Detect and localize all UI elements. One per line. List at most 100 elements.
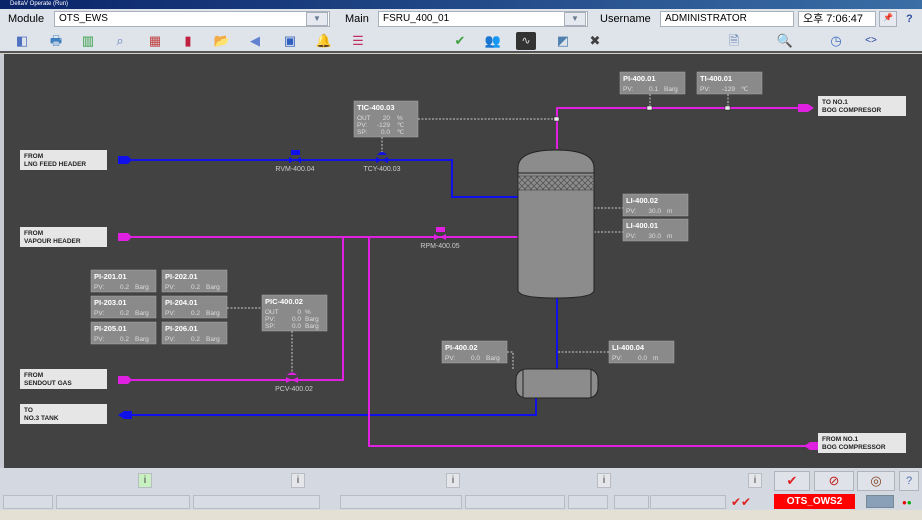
arrow-right-icon — [118, 376, 132, 384]
search-icon[interactable]: ⌕ — [110, 32, 130, 50]
indicator-text: Barg — [206, 310, 220, 317]
indicator-pi-203-01[interactable]: PI-203.01 PV: 0.2 Barg — [90, 295, 157, 319]
stream-bog-compressor-out[interactable]: TO NO.1BOG COMPRESOR — [818, 96, 906, 116]
svg-text:TO NO.1: TO NO.1 — [822, 99, 848, 106]
main-label: Main — [345, 13, 369, 25]
indicator-pi-204-01[interactable]: PI-204.01 PV: 0.2 Barg — [161, 295, 228, 319]
indicator-text: 30.0 — [648, 208, 661, 215]
main-field[interactable]: FSRU_400_01 — [378, 11, 588, 27]
diagnostics-icon[interactable]: ◩ — [553, 32, 573, 50]
clock-icon[interactable]: ◷ — [826, 32, 846, 50]
info-button[interactable]: i — [446, 473, 460, 488]
acknowledge-icon[interactable]: ✔ — [450, 32, 470, 50]
indicator-pi-205-01[interactable]: PI-205.01 PV: 0.2 Barg — [90, 321, 157, 345]
svg-text:TO: TO — [24, 407, 33, 414]
status-panel — [56, 495, 190, 509]
main-dropdown-icon[interactable]: ▼ — [564, 12, 586, 26]
station-indicator[interactable]: OTS_OWS2 — [774, 494, 855, 509]
back-icon[interactable]: ◀ — [245, 32, 265, 50]
indicator-text: PI-400.01 — [623, 74, 656, 83]
faceplate-icon[interactable]: ▥ — [78, 32, 98, 50]
info-button[interactable]: i — [291, 473, 305, 488]
help-button[interactable]: ? — [906, 13, 913, 25]
stream-sendout-gas[interactable]: FROMSENDOUT GAS — [20, 369, 107, 389]
indicator-ti-400-01[interactable]: TI-400.01 PV: -129 ℃ — [696, 71, 763, 95]
indicator-text: PV: — [445, 355, 455, 362]
controller-pic-400-02[interactable]: PIC-400.02 OUT 0% PV: 0.0 Barg SP: 0.0 Barg — [261, 294, 328, 332]
module-label: Module — [8, 13, 45, 25]
svg-text:%: % — [397, 115, 403, 122]
indicator-pi-206-01[interactable]: PI-206.01 PV: 0.2 Barg — [161, 321, 228, 345]
valve-rvm-400-04[interactable]: RVM-400.04 — [275, 150, 315, 173]
silence-alarm-icon[interactable]: ⊘ — [814, 471, 854, 491]
indicator-text: PV: — [626, 208, 636, 215]
indicator-text: 0.2 — [191, 336, 200, 343]
svg-text:SP:: SP: — [265, 323, 276, 330]
exit-icon[interactable]: ◧ — [12, 32, 32, 50]
svg-text:0.0: 0.0 — [381, 129, 390, 136]
display-icon[interactable]: ▮ — [178, 32, 198, 50]
print-icon[interactable]: 🖶 — [46, 32, 66, 50]
info-button[interactable]: i — [748, 473, 762, 488]
open-folder-icon[interactable]: 📂 — [212, 32, 232, 50]
indicator-pi-400-01[interactable]: PI-400.01 PV: 0.1 Barg — [619, 71, 686, 95]
valve-label: RVM-400.04 — [275, 166, 314, 173]
valve-tcy-400-03[interactable]: TCY-400.03 — [363, 152, 401, 173]
swap-icon[interactable]: <> — [861, 32, 881, 50]
check-icon[interactable]: ✔✔ — [731, 495, 751, 509]
status-lights-icon: ●● — [902, 498, 912, 507]
status-panel — [568, 495, 608, 509]
stream-bog-compressor-in[interactable]: FROM NO.1BOG COMPRESSOR — [818, 433, 906, 453]
module-field[interactable]: OTS_EWS — [54, 11, 330, 27]
stream-no3-tank[interactable]: TONO.3 TANK — [20, 404, 107, 424]
svg-text:FROM: FROM — [24, 372, 43, 379]
indicator-pi-202-01[interactable]: PI-202.01 PV: 0.2 Barg — [161, 269, 228, 293]
indicator-pi-400-02[interactable]: PI-400.02 PV: 0.0 Barg — [441, 340, 508, 364]
indicator-text: LI-400.02 — [626, 196, 658, 205]
alarm-bell-icon[interactable]: 🔔 — [314, 32, 334, 50]
indicator-li-400-04[interactable]: LI-400.04 PV: 0.0 m — [608, 340, 675, 364]
indicator-text: Barg — [206, 284, 220, 291]
stream-lng-feed-header[interactable]: FROMLNG FEED HEADER — [20, 150, 107, 170]
indicator-text: PV: — [623, 86, 633, 93]
drain-drum — [515, 368, 599, 399]
valve-rpm-400-05[interactable]: RPM-400.05 — [420, 227, 460, 250]
indicator-text: 0.0 — [638, 355, 647, 362]
tools-icon[interactable]: ✖ — [585, 32, 605, 50]
alarm-list-icon[interactable]: ☰ — [348, 32, 368, 50]
svg-text:VAPOUR HEADER: VAPOUR HEADER — [24, 238, 81, 245]
status-panel — [650, 495, 726, 509]
controller-tic-400-03[interactable]: TIC-400.03 OUT 20% PV: -129 ℃ SP: 0.0 ℃ — [353, 100, 419, 138]
indicator-li-400-01[interactable]: LI-400.01 PV: 30.0 m — [622, 218, 689, 242]
valve-pcv-400-02[interactable]: PCV-400.02 — [275, 372, 313, 394]
indicator-text: PI-201.01 — [94, 272, 127, 281]
svg-text:0.0: 0.0 — [292, 323, 301, 330]
valve-label: RPM-400.05 — [420, 243, 459, 250]
users-icon[interactable]: 👥 — [483, 32, 503, 50]
info-button[interactable]: i — [597, 473, 611, 488]
acknowledge-alarm-icon[interactable]: ✔ — [774, 471, 810, 491]
document-icon[interactable]: 🗎 — [724, 32, 744, 50]
help-button[interactable]: ? — [899, 471, 919, 491]
username-field: ADMINISTRATOR — [660, 11, 794, 27]
screen-icon[interactable]: ▣ — [280, 32, 300, 50]
pin-icon[interactable]: 📌 — [879, 11, 897, 27]
horn-icon[interactable]: ◎ — [857, 471, 895, 491]
toolbar: ◧ 🖶 ▥ ⌕ ▦ ▮ 📂 ◀ ▣ 🔔 ☰ ✔ 👥 ∿ ◩ ✖ 🗎 🔍 ◷ <> — [0, 29, 922, 53]
stream-vapour-header[interactable]: FROMVAPOUR HEADER — [20, 227, 107, 247]
indicator-text: PV: — [165, 310, 175, 317]
module-dropdown-icon[interactable]: ▼ — [306, 12, 328, 26]
status-panel — [614, 495, 649, 509]
svg-text:BOG COMPRESOR: BOG COMPRESOR — [822, 107, 882, 114]
process-graphic: RVM-400.04 TCY-400.03 RPM-400.05 PCV-400… — [0, 54, 922, 468]
indicator-text: PI-400.02 — [445, 343, 478, 352]
info-button[interactable]: i — [138, 473, 152, 488]
indicator-pi-201-01[interactable]: PI-201.01 PV: 0.2 Barg — [90, 269, 157, 293]
separator-vessel — [517, 149, 595, 299]
svg-text:PIC-400.02: PIC-400.02 — [265, 297, 303, 306]
layout-icon[interactable]: ▦ — [145, 32, 165, 50]
indicator-li-400-02[interactable]: LI-400.02 PV: 30.0 m — [622, 193, 689, 217]
trend-icon[interactable]: ∿ — [516, 32, 536, 50]
svg-text:-129: -129 — [377, 122, 390, 129]
lookup-icon[interactable]: 🔍 — [775, 32, 795, 50]
